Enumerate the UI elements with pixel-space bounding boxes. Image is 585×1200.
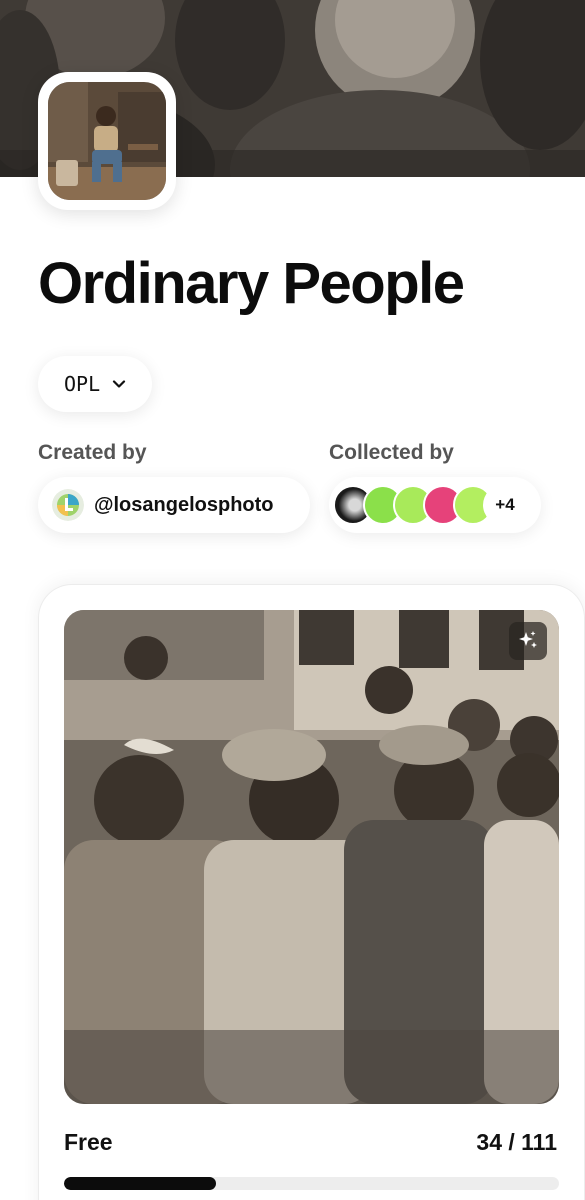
mint-progress-bar bbox=[64, 1177, 559, 1190]
ticker-symbol: OPL bbox=[64, 372, 101, 396]
token-price: Free bbox=[64, 1129, 113, 1155]
creator-profile-chip[interactable]: @losangelosphoto bbox=[38, 477, 310, 533]
token-artwork[interactable] bbox=[64, 610, 559, 1104]
chevron-down-icon bbox=[113, 380, 126, 388]
collection-avatar bbox=[38, 72, 176, 210]
token-artwork-image bbox=[64, 610, 559, 1104]
created-by-label: Created by bbox=[38, 441, 147, 464]
collection-avatar-image bbox=[48, 82, 166, 200]
creator-avatar bbox=[52, 489, 84, 521]
sparkles-icon[interactable] bbox=[509, 622, 547, 660]
mint-progress-fill bbox=[64, 1177, 216, 1190]
collectors-more-count: +4 bbox=[483, 485, 527, 525]
creator-handle: @losangelosphoto bbox=[94, 493, 274, 516]
collectors-group[interactable]: +4 bbox=[329, 477, 541, 533]
token-card[interactable]: Free 34 / 111 bbox=[38, 584, 585, 1200]
collection-title: Ordinary People bbox=[38, 251, 465, 316]
collected-by-label: Collected by bbox=[329, 441, 454, 464]
ticker-dropdown[interactable]: OPL bbox=[38, 356, 153, 412]
mint-count: 34 / 111 bbox=[476, 1129, 557, 1155]
